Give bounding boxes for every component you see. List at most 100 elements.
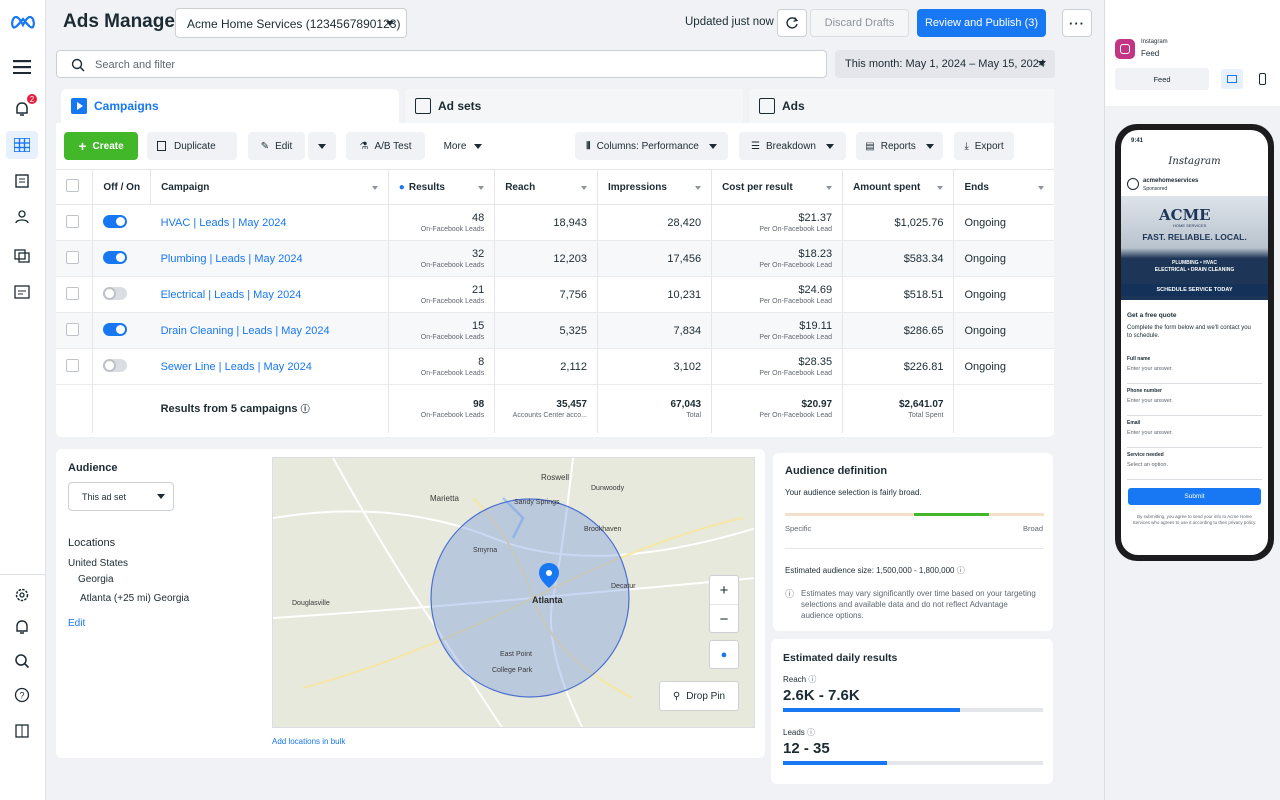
mobile-view-button[interactable] bbox=[1251, 69, 1273, 89]
info-icon[interactable]: ⓘ bbox=[808, 675, 816, 684]
reports-book-icon[interactable] bbox=[11, 720, 33, 742]
zoom-in-button[interactable]: + bbox=[710, 576, 738, 605]
campaign-name-link[interactable]: Electrical | Leads | May 2024 bbox=[161, 289, 302, 301]
ad-creative-image: ACME HOME SERVICES FAST. RELIABLE. LOCAL… bbox=[1121, 196, 1268, 300]
campaign-name-link[interactable]: Plumbing | Leads | May 2024 bbox=[161, 253, 303, 265]
select-all-checkbox[interactable] bbox=[66, 179, 79, 192]
search-input[interactable] bbox=[95, 56, 795, 74]
placement-select[interactable]: Feed bbox=[1115, 68, 1209, 90]
header-amount-spent[interactable]: Amount spent bbox=[842, 169, 955, 205]
form-field[interactable]: Service needed Select an option. bbox=[1127, 452, 1262, 480]
search-filter-bar[interactable] bbox=[56, 50, 827, 78]
refresh-button[interactable] bbox=[777, 9, 807, 37]
select-all-cell[interactable] bbox=[56, 169, 94, 205]
campaign-name-link[interactable]: Sewer Line | Leads | May 2024 bbox=[161, 361, 312, 373]
date-range-picker[interactable]: This month: May 1, 2024 – May 15, 2024 bbox=[835, 50, 1055, 78]
results-value: 48 bbox=[471, 212, 485, 224]
form-field[interactable]: Email Enter your answer. bbox=[1127, 420, 1262, 448]
tab-ad-sets[interactable]: Ad sets bbox=[405, 89, 743, 123]
events-icon[interactable] bbox=[11, 244, 33, 266]
row-select-cell[interactable] bbox=[56, 276, 94, 313]
info-icon[interactable]: ⓘ bbox=[807, 728, 815, 737]
export-button[interactable]: ⤓ Export bbox=[954, 132, 1014, 160]
table-row[interactable]: Sewer Line | Leads | May 2024 8 On-Faceboo… bbox=[56, 348, 1054, 385]
campaign-name-link[interactable]: HVAC | Leads | May 2024 bbox=[161, 217, 287, 229]
row-toggle-cell[interactable] bbox=[92, 276, 151, 313]
duplicate-icon bbox=[157, 141, 166, 151]
table-row[interactable]: Drain Cleaning | Leads | May 2024 15 On-Fa… bbox=[56, 312, 1054, 349]
billing-icon[interactable] bbox=[11, 281, 33, 303]
campaign-toggle[interactable] bbox=[103, 286, 128, 300]
edit-locations-link[interactable]: Edit bbox=[68, 618, 85, 629]
campaign-toggle[interactable] bbox=[103, 250, 128, 264]
info-icon[interactable]: ⓘ bbox=[957, 566, 965, 575]
row-checkbox[interactable] bbox=[66, 322, 79, 336]
row-toggle-cell[interactable] bbox=[92, 240, 151, 277]
row-checkbox[interactable] bbox=[66, 286, 79, 300]
form-field[interactable]: Phone number Enter your answer. bbox=[1127, 388, 1262, 416]
campaigns-grid-icon[interactable] bbox=[6, 131, 38, 159]
settings-gear-icon[interactable] bbox=[11, 584, 33, 606]
edit-button[interactable]: ✎ Edit bbox=[248, 132, 305, 160]
breakdown-button[interactable]: ☰ Breakdown bbox=[739, 132, 846, 160]
discard-drafts-button[interactable]: Discard Drafts bbox=[810, 9, 909, 37]
row-checkbox[interactable] bbox=[66, 214, 79, 228]
tab-campaigns[interactable]: Campaigns bbox=[61, 89, 399, 123]
header-impressions[interactable]: Impressions bbox=[597, 169, 713, 205]
account-selector[interactable]: Acme Home Services (1234567890123) bbox=[175, 8, 407, 38]
row-select-cell[interactable] bbox=[56, 348, 94, 385]
info-icon[interactable]: ⓘ bbox=[301, 404, 310, 414]
duplicate-button[interactable]: Duplicate bbox=[147, 132, 237, 160]
header-off-on[interactable]: Off / On bbox=[92, 169, 152, 205]
row-select-cell[interactable] bbox=[56, 312, 94, 349]
row-checkbox[interactable] bbox=[66, 358, 79, 372]
menu-icon[interactable] bbox=[11, 56, 33, 78]
search-icon[interactable] bbox=[11, 650, 33, 672]
cpr-cell: $21.37 Per On-Facebook Lead bbox=[711, 204, 844, 241]
reports-button[interactable]: ▤ Reports bbox=[856, 132, 943, 160]
row-select-cell[interactable] bbox=[56, 204, 94, 241]
row-toggle-cell[interactable] bbox=[92, 312, 151, 349]
header-results[interactable]: ● Results bbox=[388, 169, 496, 205]
map-label-brookhaven: Brookhaven bbox=[584, 526, 621, 533]
recenter-pin-button[interactable]: ● bbox=[709, 640, 739, 669]
ad-sets-grid-icon bbox=[415, 98, 431, 114]
table-row[interactable]: HVAC | Leads | May 2024 48 On-Facebook Lea… bbox=[56, 204, 1054, 241]
row-toggle-cell[interactable] bbox=[92, 348, 151, 385]
row-checkbox[interactable] bbox=[66, 250, 79, 264]
create-button[interactable]: + Create bbox=[64, 132, 138, 160]
header-reach[interactable]: Reach bbox=[494, 169, 598, 205]
campaign-toggle[interactable] bbox=[103, 358, 128, 372]
campaign-name-link[interactable]: Drain Cleaning | Leads | May 2024 bbox=[161, 325, 330, 337]
submit-button[interactable]: Submit bbox=[1128, 488, 1261, 505]
form-field[interactable]: Full name Enter your answer. bbox=[1127, 356, 1262, 384]
location-map[interactable]: Roswell Marietta Dunwoody Sandy Springs … bbox=[272, 457, 755, 728]
edit-dropdown-button[interactable] bbox=[308, 132, 336, 160]
header-campaign[interactable]: Campaign bbox=[150, 169, 389, 205]
header-cost-per-result[interactable]: Cost per result bbox=[711, 169, 844, 205]
zoom-out-button[interactable]: − bbox=[710, 605, 738, 633]
tab-ads[interactable]: Ads bbox=[749, 89, 1054, 123]
breakdown-label: Breakdown bbox=[765, 140, 816, 152]
audiences-icon[interactable] bbox=[11, 206, 33, 228]
meta-logo-icon[interactable] bbox=[10, 14, 36, 30]
more-options-button[interactable]: ··· bbox=[1062, 9, 1092, 37]
drop-pin-button[interactable]: ⚲ Drop Pin bbox=[659, 681, 739, 711]
more-button[interactable]: More bbox=[435, 132, 491, 160]
table-row[interactable]: Electrical | Leads | May 2024 21 On-Facebo… bbox=[56, 276, 1054, 313]
header-ends[interactable]: Ends bbox=[953, 169, 1054, 205]
add-locations-bulk-link[interactable]: Add locations in bulk bbox=[272, 737, 345, 746]
desktop-view-button[interactable] bbox=[1221, 69, 1243, 89]
table-row[interactable]: Plumbing | Leads | May 2024 32 On-Facebook… bbox=[56, 240, 1054, 277]
campaign-toggle[interactable] bbox=[103, 322, 128, 336]
row-select-cell[interactable] bbox=[56, 240, 94, 277]
review-publish-button[interactable]: Review and Publish (3) bbox=[917, 9, 1046, 37]
campaign-toggle[interactable] bbox=[103, 214, 128, 228]
columns-button[interactable]: ⦀ Columns: Performance bbox=[575, 132, 728, 160]
row-toggle-cell[interactable] bbox=[92, 204, 151, 241]
ab-test-button[interactable]: ⚗ A/B Test bbox=[346, 132, 425, 160]
map-label-douglasville: Douglasville bbox=[292, 600, 330, 607]
catalog-icon[interactable] bbox=[11, 170, 33, 192]
alerts-bell-icon[interactable] bbox=[11, 616, 33, 638]
help-icon[interactable]: ? bbox=[11, 684, 33, 706]
